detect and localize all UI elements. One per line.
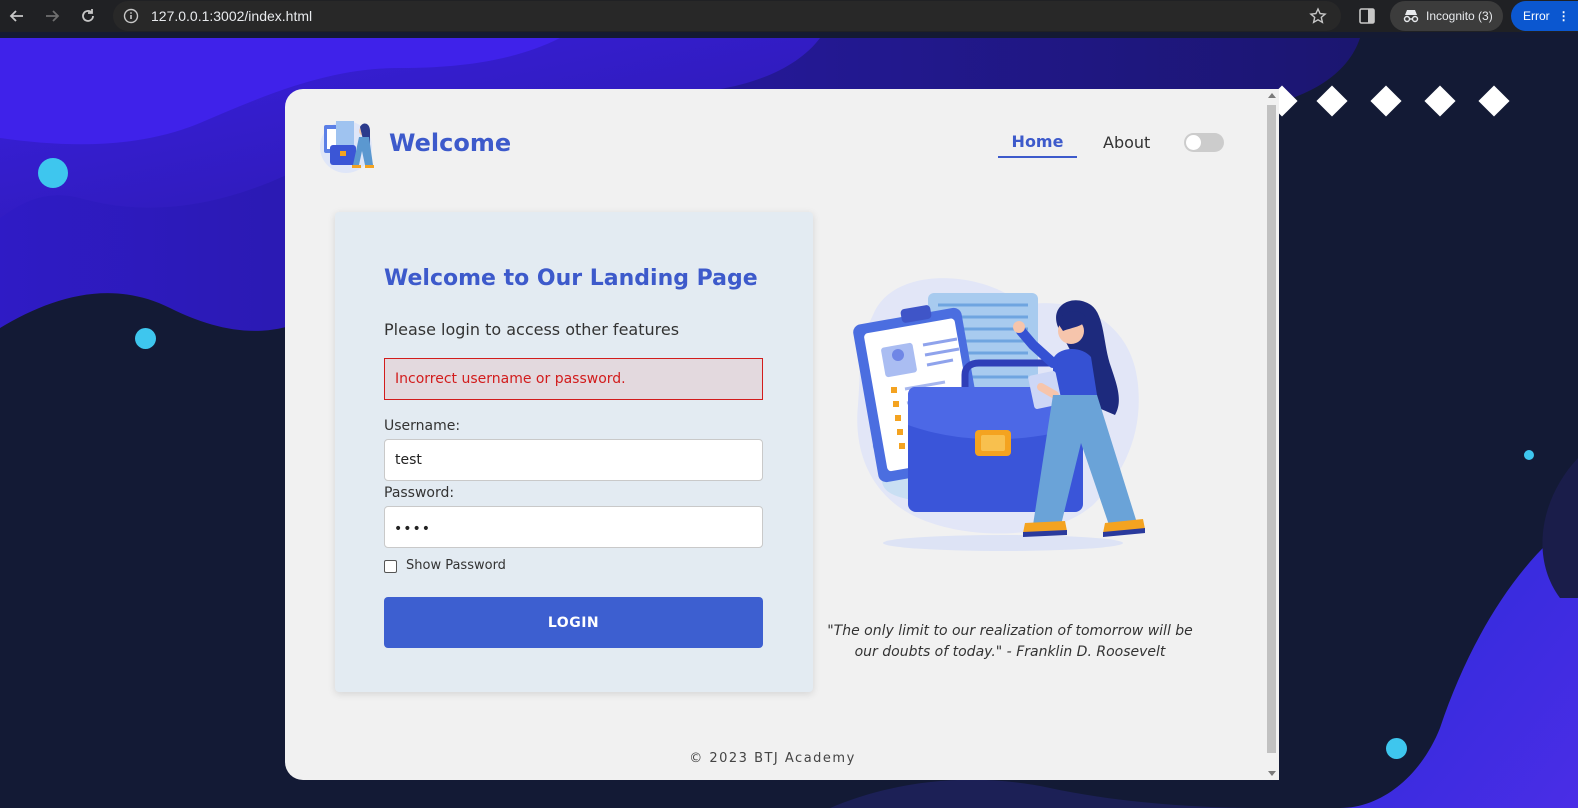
reload-icon: [82, 9, 94, 22]
back-button[interactable]: [5, 4, 29, 28]
nav-active-indicator: [998, 156, 1077, 158]
forward-button[interactable]: [40, 4, 64, 28]
site-brand[interactable]: Welcome: [389, 129, 511, 157]
toggle-knob: [1186, 135, 1201, 150]
star-icon[interactable]: [1309, 7, 1327, 25]
landing-card: Welcome Home About Welcome to Our Landin…: [285, 89, 1279, 780]
theme-toggle[interactable]: [1184, 133, 1224, 152]
scrollbar-thumb[interactable]: [1267, 105, 1276, 753]
show-password-label[interactable]: Show Password: [406, 558, 506, 573]
arrow-right-icon: [46, 10, 60, 22]
address-url[interactable]: 127.0.0.1:3002/index.html: [151, 8, 312, 24]
login-error-message: Incorrect username or password.: [395, 371, 626, 387]
incognito-label: Incognito (3): [1426, 9, 1493, 23]
nav-home-link[interactable]: Home: [998, 132, 1077, 151]
side-panel-icon[interactable]: [1358, 7, 1376, 25]
password-label: Password:: [384, 485, 455, 501]
woman-briefcase-illustration: [853, 278, 1145, 551]
login-subtitle: Please login to access other features: [384, 320, 680, 339]
profile-error-button[interactable]: Error ⋮: [1511, 1, 1578, 31]
scroll-up-arrow-icon[interactable]: [1268, 93, 1276, 98]
inspirational-quote: "The only limit to our realization of to…: [827, 623, 1193, 660]
arrow-left-icon: [9, 10, 23, 22]
incognito-button[interactable]: Incognito (3): [1390, 1, 1503, 31]
decor-dot: [1524, 450, 1534, 460]
address-bar[interactable]: 127.0.0.1:3002/index.html: [113, 1, 1341, 31]
incognito-icon: [1403, 10, 1419, 23]
login-panel: Welcome to Our Landing Page Please login…: [335, 212, 813, 692]
username-input[interactable]: [384, 439, 763, 481]
login-title: Welcome to Our Landing Page: [384, 266, 758, 291]
logo-illustration: [320, 121, 374, 173]
decor-dot: [135, 328, 156, 349]
login-error-alert: Incorrect username or password.: [384, 358, 763, 400]
decor-dot: [38, 158, 68, 188]
footer-copyright: © 2023 BTJ Academy: [689, 751, 856, 766]
info-icon[interactable]: [123, 8, 139, 24]
page-scrollbar[interactable]: [1264, 89, 1279, 780]
password-input[interactable]: [384, 506, 763, 548]
nav-about-link[interactable]: About: [1103, 133, 1150, 152]
reload-button[interactable]: [76, 4, 100, 28]
kebab-menu-icon[interactable]: ⋮: [1558, 9, 1570, 23]
error-label: Error: [1523, 9, 1550, 23]
username-label: Username:: [384, 418, 461, 434]
decor-dot: [1386, 738, 1407, 759]
login-button[interactable]: LOGIN: [384, 597, 763, 648]
scroll-down-arrow-icon[interactable]: [1268, 771, 1276, 776]
browser-toolbar: 127.0.0.1:3002/index.html Incognito (3) …: [0, 0, 1578, 32]
show-password-checkbox[interactable]: [384, 560, 397, 573]
